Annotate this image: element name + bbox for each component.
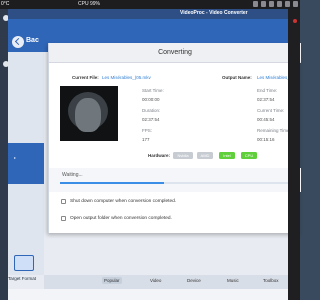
tab-popular[interactable]: Popular xyxy=(102,277,122,284)
shutdown-option-label[interactable]: Shut down computer when conversion compl… xyxy=(70,199,176,204)
tray-icon[interactable] xyxy=(269,1,274,7)
remaining-time-label: Remaining Time: xyxy=(257,128,291,133)
right-edge xyxy=(288,9,300,300)
tray-icon[interactable] xyxy=(277,1,282,7)
tray-icon[interactable] xyxy=(285,1,290,7)
open-folder-checkbox[interactable] xyxy=(61,216,66,221)
start-time-label: Start Time: xyxy=(142,88,164,93)
window-title: VideoProc - Video Converter xyxy=(180,10,248,16)
target-format-icon[interactable] xyxy=(14,255,34,271)
current-time-value: 00:45:54 xyxy=(257,117,275,122)
current-time-label: Current Time: xyxy=(257,108,285,113)
progress-bar xyxy=(60,182,290,184)
tab-device[interactable]: Device xyxy=(187,278,201,283)
hardware-badge-intel: Intel xyxy=(219,152,235,159)
tray-icon[interactable] xyxy=(261,1,266,7)
sidebar: ▸ Target Format xyxy=(8,52,44,281)
current-file-link[interactable]: Les Misérables_(05.mkv xyxy=(102,75,151,80)
fps-value: 177 xyxy=(142,137,150,142)
status-indicator xyxy=(293,19,297,23)
duration-value: 02:37:54 xyxy=(142,117,160,122)
converting-dialog: Converting Current File: Les Misérables_… xyxy=(48,43,301,233)
target-format-label[interactable]: Target Format xyxy=(8,276,36,281)
duration-label: Duration: xyxy=(142,108,161,113)
thumbnail-face xyxy=(75,98,101,132)
cpu-readout: CPU 99% xyxy=(78,1,100,7)
hardware-badge-nvidia: Nvidia xyxy=(173,152,193,159)
format-tabs: Popular Video Device Music Toolbox xyxy=(44,275,300,289)
back-label[interactable]: Bac xyxy=(26,37,39,44)
tab-music[interactable]: Music xyxy=(227,278,239,283)
dialog-header: Converting xyxy=(49,43,301,63)
remaining-time-value: 00:15:16 xyxy=(257,137,275,142)
sidebar-selected-item[interactable]: ▸ xyxy=(8,143,44,184)
hardware-badge-amd: AMD xyxy=(197,152,213,159)
macos-menu-bar: 0°C CPU 99% xyxy=(0,0,300,9)
current-file-label: Current File: xyxy=(72,75,99,80)
tray-icon[interactable] xyxy=(293,1,298,7)
status-text: Waiting... xyxy=(62,172,83,178)
end-time-value: 02:37:54 xyxy=(257,97,275,102)
bottom-strip xyxy=(8,289,300,300)
tab-video[interactable]: Video xyxy=(150,278,161,283)
video-thumbnail xyxy=(60,86,118,141)
fps-label: FPS: xyxy=(142,128,153,133)
back-button[interactable] xyxy=(12,36,24,48)
dialog-title: Converting xyxy=(158,49,192,56)
hardware-badge-cpu: CPU xyxy=(241,152,257,159)
end-time-label: End Time: xyxy=(257,88,278,93)
open-folder-option-label[interactable]: Open output folder when conversion compl… xyxy=(70,216,172,221)
shutdown-checkbox[interactable] xyxy=(61,199,66,204)
tab-toolbox[interactable]: Toolbox xyxy=(263,278,279,283)
progress-fill xyxy=(60,182,164,184)
menu-tray xyxy=(253,1,298,7)
tray-icon[interactable] xyxy=(253,1,258,7)
app-titlebar: VideoProc - Video Converter xyxy=(8,9,300,19)
output-name-label: Output Name: xyxy=(222,75,252,80)
sidebar-item-marker: ▸ xyxy=(14,155,17,160)
progress-area: Waiting... xyxy=(49,168,301,192)
start-time-value: 00:00:00 xyxy=(142,97,160,102)
hardware-label: Hardware: xyxy=(148,153,171,158)
temperature-readout: 0°C xyxy=(1,1,10,7)
